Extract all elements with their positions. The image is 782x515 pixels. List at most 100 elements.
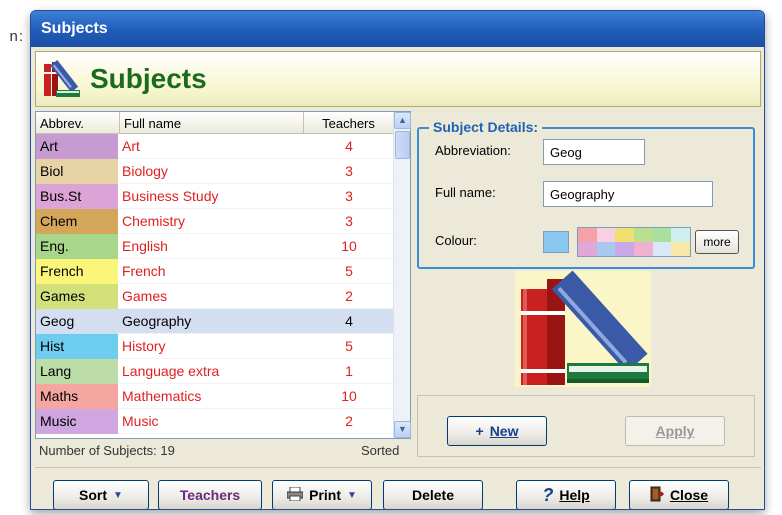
full-name-label: Full name: bbox=[435, 185, 496, 200]
delete-button[interactable]: Delete bbox=[383, 480, 483, 509]
list-row[interactable]: Music Music 2 bbox=[36, 408, 394, 434]
list-scrollbar[interactable]: ▲ ▼ bbox=[393, 112, 411, 438]
row-abbrev: Lang bbox=[36, 358, 118, 384]
list-row[interactable]: Maths Mathematics 10 bbox=[36, 383, 394, 409]
subject-count: Number of Subjects: 19 bbox=[39, 443, 175, 458]
new-button-label: New bbox=[489, 423, 519, 439]
palette-colour-swatch[interactable] bbox=[578, 228, 597, 242]
colour-label: Colour: bbox=[435, 233, 477, 248]
list-row[interactable]: Hist History 5 bbox=[36, 333, 394, 359]
list-row[interactable]: Bus.St Business Study 3 bbox=[36, 183, 394, 209]
palette-colour-swatch[interactable] bbox=[671, 228, 690, 242]
header-banner: Subjects bbox=[35, 51, 761, 107]
palette-colour-swatch[interactable] bbox=[671, 242, 690, 256]
full-name-input[interactable] bbox=[543, 181, 713, 207]
chevron-down-icon: ▼ bbox=[346, 489, 357, 501]
row-full-name: Biology bbox=[122, 162, 168, 179]
palette-colour-swatch[interactable] bbox=[652, 228, 672, 242]
row-abbrev: Chem bbox=[36, 208, 118, 234]
abbreviation-label: Abbreviation: bbox=[435, 143, 511, 158]
sort-button-label: Sort bbox=[79, 487, 108, 503]
row-abbrev: Geog bbox=[36, 308, 118, 334]
list-row[interactable]: Lang Language extra 1 bbox=[36, 358, 394, 384]
row-teachers-count: 5 bbox=[345, 337, 353, 354]
question-mark-icon: ? bbox=[542, 484, 554, 505]
column-header-full-name[interactable]: Full name bbox=[120, 112, 304, 133]
row-abbrev: Music bbox=[36, 408, 118, 434]
palette-colour-swatch[interactable] bbox=[578, 242, 597, 256]
sort-button[interactable]: Sort ▼ bbox=[53, 480, 149, 509]
list-row[interactable]: Games Games 2 bbox=[36, 283, 394, 309]
row-full-name: Music bbox=[122, 412, 159, 429]
teachers-button-label: Teachers bbox=[179, 487, 241, 503]
close-button[interactable]: Close bbox=[629, 480, 729, 509]
row-full-name: Geography bbox=[122, 312, 192, 329]
row-teachers-count: 1 bbox=[345, 362, 353, 379]
list-header: Abbrev. Full name Teachers bbox=[36, 112, 394, 134]
palette-colour-swatch[interactable] bbox=[596, 242, 616, 256]
new-button[interactable]: + New bbox=[447, 416, 547, 446]
column-header-abbrev[interactable]: Abbrev. bbox=[36, 112, 120, 133]
palette-colour-swatch[interactable] bbox=[633, 228, 653, 242]
print-button-label: Print bbox=[309, 487, 341, 503]
header-title: Subjects bbox=[90, 63, 207, 94]
row-abbrev: Games bbox=[36, 283, 118, 309]
subjects-books-icon bbox=[42, 56, 82, 103]
subject-books-illustration bbox=[515, 270, 651, 387]
row-teachers-count: 3 bbox=[345, 187, 353, 204]
row-abbrev: Maths bbox=[36, 383, 118, 409]
row-abbrev: Art bbox=[36, 133, 118, 159]
teachers-button[interactable]: Teachers bbox=[158, 480, 262, 509]
palette-colour-swatch[interactable] bbox=[615, 242, 634, 256]
palette-colour-swatch[interactable] bbox=[615, 228, 634, 242]
column-header-teachers[interactable]: Teachers bbox=[304, 112, 394, 133]
row-abbrev: Eng. bbox=[36, 233, 118, 259]
row-full-name: Mathematics bbox=[122, 387, 202, 404]
printer-icon bbox=[286, 486, 304, 504]
palette-colour-swatch[interactable] bbox=[633, 242, 653, 256]
list-row[interactable]: Biol Biology 3 bbox=[36, 158, 394, 184]
plus-icon: + bbox=[475, 423, 484, 439]
row-full-name: Art bbox=[122, 137, 140, 154]
scroll-down-button[interactable]: ▼ bbox=[394, 421, 411, 438]
scroll-up-button[interactable]: ▲ bbox=[394, 112, 411, 129]
apply-button[interactable]: Apply bbox=[625, 416, 725, 446]
colour-palette[interactable] bbox=[577, 227, 691, 257]
row-teachers-count: 2 bbox=[345, 287, 353, 304]
chevron-down-icon: ▼ bbox=[113, 489, 123, 501]
subjects-list[interactable]: Abbrev. Full name Teachers Art Art 4 Biol Bi… bbox=[35, 111, 411, 439]
row-teachers-count: 10 bbox=[341, 387, 357, 404]
toolbar-divider bbox=[35, 467, 761, 468]
row-abbrev: French bbox=[36, 258, 118, 284]
list-row[interactable]: French French 5 bbox=[36, 258, 394, 284]
row-abbrev: Hist bbox=[36, 333, 118, 359]
row-teachers-count: 3 bbox=[345, 212, 353, 229]
more-colours-button[interactable]: more bbox=[695, 230, 739, 254]
row-full-name: French bbox=[122, 262, 166, 279]
window-title: Subjects bbox=[41, 20, 108, 37]
subject-details-group: Subject Details: Abbreviation: Full name… bbox=[417, 119, 755, 269]
exit-door-icon bbox=[650, 486, 664, 505]
row-abbrev: Bus.St bbox=[36, 183, 118, 209]
row-teachers-count: 4 bbox=[345, 312, 353, 329]
row-teachers-count: 3 bbox=[345, 162, 353, 179]
selected-colour-swatch[interactable] bbox=[543, 231, 569, 253]
help-button-label: Help bbox=[559, 487, 590, 503]
row-full-name: English bbox=[122, 237, 168, 254]
palette-colour-swatch[interactable] bbox=[596, 228, 616, 242]
scroll-thumb[interactable] bbox=[395, 131, 410, 159]
help-button[interactable]: ? Help bbox=[516, 480, 616, 509]
row-teachers-count: 2 bbox=[345, 412, 353, 429]
subjects-window: Subjects Subjects Abbrev. Full name Teac… bbox=[30, 10, 765, 510]
title-bar[interactable]: Subjects bbox=[31, 11, 764, 47]
list-row[interactable]: Art Art 4 bbox=[36, 133, 394, 159]
list-rows: Art Art 4 Biol Biology 3 Bus.St Business Study 3… bbox=[36, 133, 394, 434]
delete-button-label: Delete bbox=[411, 487, 455, 503]
list-row[interactable]: Geog Geography 4 bbox=[36, 308, 394, 334]
list-row[interactable]: Eng. English 10 bbox=[36, 233, 394, 259]
list-row[interactable]: Chem Chemistry 3 bbox=[36, 208, 394, 234]
sorted-status: Sorted bbox=[361, 443, 400, 458]
palette-colour-swatch[interactable] bbox=[652, 242, 672, 256]
print-button[interactable]: Print ▼ bbox=[272, 480, 372, 509]
abbreviation-input[interactable] bbox=[543, 139, 645, 165]
